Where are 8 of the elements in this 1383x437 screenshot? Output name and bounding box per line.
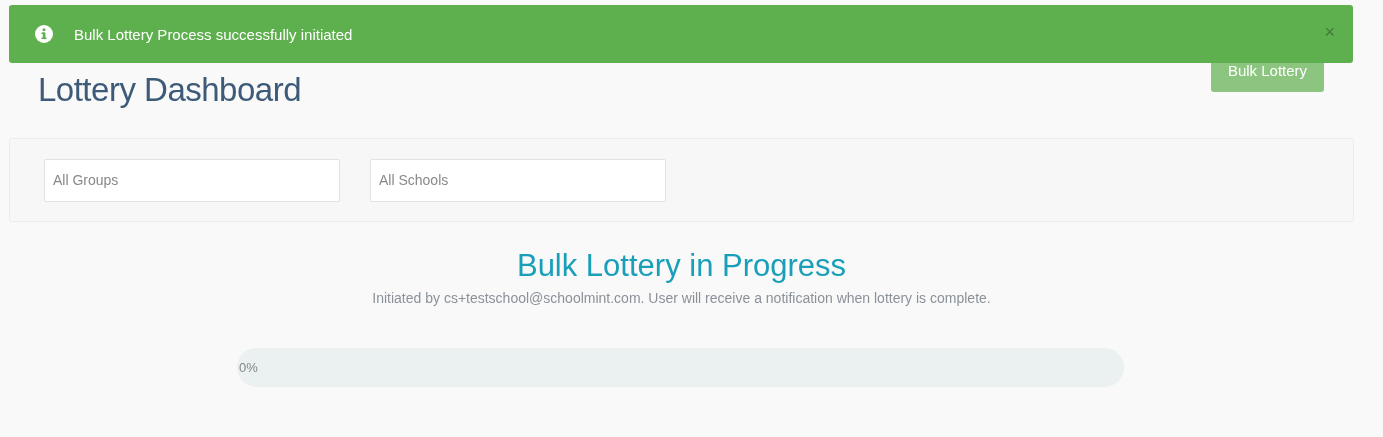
filter-select[interactable]: All Groups [44,158,340,202]
toast-message: Bulk Lottery Process successfully initiated [74,25,354,43]
filter-select[interactable]: All Schools [370,158,666,202]
page-title: Lottery Dashboard [38,71,301,109]
status-heading: Bulk Lottery in Progress [515,248,848,284]
info-icon [34,24,54,44]
close-button[interactable]: × [1324,21,1335,43]
status-subtitle: Initiated by cs+testschool@schoolmint.com. User will receive a notification when lottery is complete. [371,290,992,306]
